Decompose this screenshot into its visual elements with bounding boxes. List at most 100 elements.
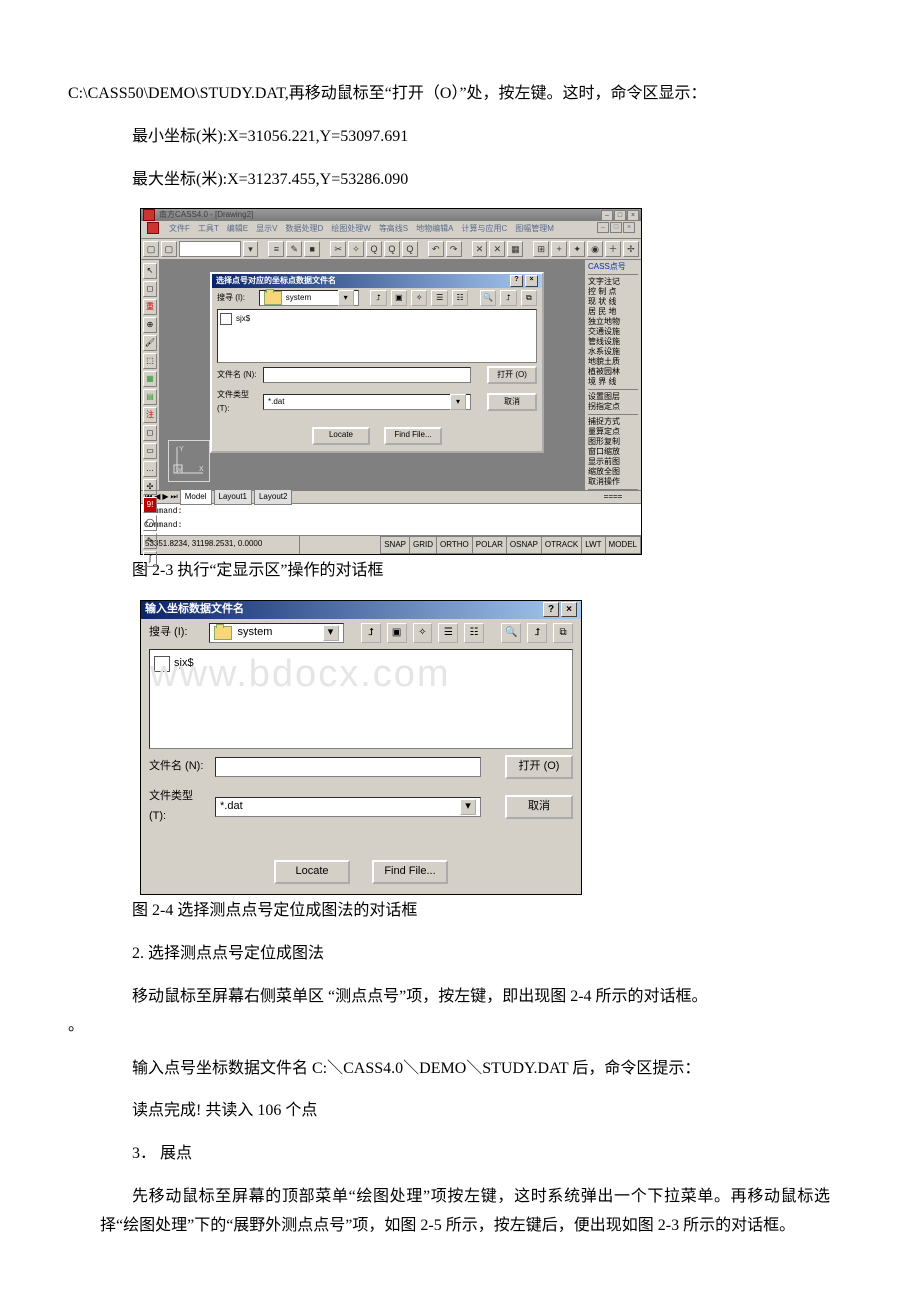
- filetype-combo[interactable]: *.dat ▾: [215, 797, 481, 817]
- menu-item[interactable]: 计算与应用C: [462, 222, 508, 236]
- filename-input[interactable]: [263, 367, 471, 383]
- open-button[interactable]: 打开 (O): [487, 366, 537, 384]
- tab-layout2[interactable]: Layout2: [254, 489, 292, 505]
- menu-item[interactable]: 绘图处理W: [331, 222, 371, 236]
- findfile-button[interactable]: Find File...: [372, 860, 448, 884]
- cancel-button[interactable]: 取消: [487, 393, 537, 411]
- vtool-button[interactable]: ▦: [143, 371, 157, 387]
- toolbar-button[interactable]: Q: [384, 241, 400, 257]
- maximize-button[interactable]: □: [614, 210, 626, 221]
- doc-maximize-button[interactable]: □: [610, 222, 622, 233]
- vtool-button[interactable]: ▭: [143, 443, 157, 459]
- vtool-button[interactable]: ✎: [143, 533, 157, 549]
- rpanel-item[interactable]: 缩放全图: [588, 467, 638, 477]
- new-folder-button[interactable]: ✧: [413, 623, 433, 643]
- tab-model[interactable]: Model: [180, 489, 212, 505]
- vtool-button[interactable]: 重: [143, 299, 157, 315]
- toolbar-button[interactable]: Q: [402, 241, 418, 257]
- rpanel-item[interactable]: 控 制 点: [588, 287, 638, 297]
- chevron-down-icon[interactable]: ▾: [323, 625, 339, 641]
- list-view-button[interactable]: ☰: [438, 623, 458, 643]
- menu-item[interactable]: 显示V: [256, 222, 277, 236]
- toolbar-button[interactable]: Q: [366, 241, 382, 257]
- mode-otrack[interactable]: OTRACK: [541, 536, 582, 554]
- rpanel-item[interactable]: 管线设施: [588, 337, 638, 347]
- file-item[interactable]: sjx$: [154, 654, 568, 674]
- rpanel-item[interactable]: 独立地物: [588, 317, 638, 327]
- rpanel-item[interactable]: 居 民 地: [588, 307, 638, 317]
- vtool-button[interactable]: ʃ: [143, 551, 157, 567]
- toolbar-button[interactable]: ≡: [268, 241, 284, 257]
- vtool-button[interactable]: …: [143, 461, 157, 477]
- menu-item[interactable]: 等高线S: [379, 222, 408, 236]
- mode-model[interactable]: MODEL: [605, 536, 641, 554]
- filename-input[interactable]: [215, 757, 481, 777]
- locate-button[interactable]: Locate: [274, 860, 350, 884]
- vtool-button[interactable]: ◯: [143, 515, 157, 531]
- findfile-button[interactable]: Find File...: [384, 427, 442, 445]
- vtool-button[interactable]: ⊕: [143, 317, 157, 333]
- rpanel-item[interactable]: 图形复制: [588, 437, 638, 447]
- toolbar-button[interactable]: ✧: [348, 241, 364, 257]
- open-button[interactable]: 打开 (O): [505, 755, 573, 779]
- nav-button[interactable]: ⮥: [500, 290, 516, 306]
- toolbar-button[interactable]: ↶: [428, 241, 444, 257]
- vtool-button[interactable]: 🖌: [143, 335, 157, 351]
- toolbar-button[interactable]: ✦: [569, 241, 585, 257]
- nav-button[interactable]: ⧉: [553, 623, 573, 643]
- mode-snap[interactable]: SNAP: [380, 536, 410, 554]
- toolbar-button[interactable]: ▦: [507, 241, 523, 257]
- toolbar-button[interactable]: ✕: [472, 241, 488, 257]
- cad-canvas[interactable]: Y X W 选择点号对应的坐标点数据文件名 ? ×: [160, 260, 584, 490]
- lookin-combo[interactable]: system ▾: [209, 623, 344, 643]
- cancel-button[interactable]: 取消: [505, 795, 573, 819]
- toolbar-button[interactable]: ▢: [161, 241, 177, 257]
- filetype-combo[interactable]: *.dat ▾: [263, 394, 471, 410]
- vtool-button[interactable]: ✣: [143, 479, 157, 495]
- preview-button[interactable]: 🔍: [480, 290, 496, 306]
- rpanel-item[interactable]: 地貌土质: [588, 357, 638, 367]
- new-folder-button[interactable]: ✧: [411, 290, 427, 306]
- close-button[interactable]: ×: [525, 275, 538, 287]
- up-folder-button[interactable]: ⮥: [361, 623, 381, 643]
- lookin-combo[interactable]: system ▾: [259, 290, 359, 306]
- nav-button[interactable]: ⧉: [521, 290, 537, 306]
- rpanel-item[interactable]: 境 界 线: [588, 377, 638, 387]
- mode-lwt[interactable]: LWT: [581, 536, 605, 554]
- menu-item[interactable]: 图幅管理M: [515, 222, 554, 236]
- rpanel-item[interactable]: 拐指定点: [588, 402, 638, 412]
- rpanel-item[interactable]: 设置图层: [588, 392, 638, 402]
- rpanel-item[interactable]: 现 状 线: [588, 297, 638, 307]
- toolbar-button[interactable]: ✢: [623, 241, 639, 257]
- rpanel-item[interactable]: 量算定点: [588, 427, 638, 437]
- detail-view-button[interactable]: ☷: [464, 623, 484, 643]
- menu-item[interactable]: 数据处理D: [285, 222, 323, 236]
- toolbar-button[interactable]: ✎: [286, 241, 302, 257]
- vtool-button[interactable]: 9!: [143, 497, 157, 513]
- rpanel-item[interactable]: 取消操作: [588, 477, 638, 487]
- close-button[interactable]: ×: [561, 602, 577, 617]
- mode-ortho[interactable]: ORTHO: [436, 536, 473, 554]
- tab-next-icon[interactable]: ▶: [162, 490, 168, 504]
- vtool-button[interactable]: ↖: [143, 263, 157, 279]
- vtool-button[interactable]: ◻: [143, 281, 157, 297]
- tab-last-icon[interactable]: ⏭: [171, 490, 178, 504]
- detail-view-button[interactable]: ☷: [452, 290, 468, 306]
- rpanel-item[interactable]: 窗口缩放: [588, 447, 638, 457]
- mode-osnap[interactable]: OSNAP: [506, 536, 542, 554]
- toolbar-button[interactable]: ▢: [143, 241, 159, 257]
- file-item[interactable]: sjx$: [220, 312, 534, 326]
- help-button[interactable]: ?: [543, 602, 559, 617]
- toolbar-button[interactable]: ✕: [489, 241, 505, 257]
- mode-grid[interactable]: GRID: [409, 536, 437, 554]
- help-button[interactable]: ?: [510, 275, 523, 287]
- rpanel-item[interactable]: 水系设施: [588, 347, 638, 357]
- vtool-button[interactable]: ⬚: [143, 353, 157, 369]
- nav-button[interactable]: ⮥: [527, 623, 547, 643]
- menu-item[interactable]: 地物编辑A: [416, 222, 453, 236]
- toolbar-button[interactable]: ✂: [330, 241, 346, 257]
- chevron-down-icon[interactable]: ▾: [338, 290, 354, 306]
- desktop-button[interactable]: ▣: [387, 623, 407, 643]
- rpanel-item[interactable]: 显示前图: [588, 457, 638, 467]
- chevron-down-icon[interactable]: ▾: [460, 799, 476, 815]
